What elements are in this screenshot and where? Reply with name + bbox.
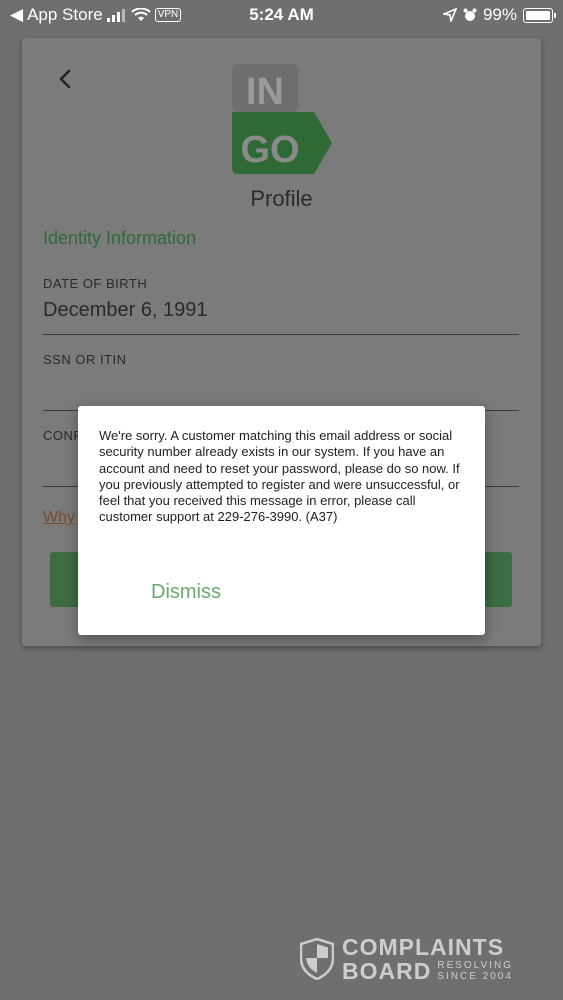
battery-icon [523,7,556,23]
watermark-line2: BOARD [342,958,432,984]
alarm-clock-icon [463,8,477,21]
svg-text:IN: IN [246,71,284,113]
dob-label: DATE OF BIRTH [43,276,148,291]
dob-underline [43,334,519,335]
error-dialog: We're sorry. A customer matching this em… [78,406,485,635]
complaints-board-watermark: COMPLAINTS BOARD RESOLVING SINCE 2004 [300,935,513,983]
svg-text:GO: GO [240,129,299,171]
watermark-tag1: RESOLVING [437,960,513,971]
watermark-line1: COMPLAINTS [342,934,505,960]
status-bar: ◀ App Store VPN 5:24 AM 99% [0,0,563,30]
ingo-logo: IN GO [232,64,332,174]
back-chevron-icon[interactable] [58,68,72,90]
battery-percent: 99% [482,5,517,24]
dob-field[interactable]: December 6, 1991 [43,299,208,322]
watermark-tag2: SINCE 2004 [437,971,513,982]
status-right: 99% [442,5,556,25]
ssn-label: SSN OR ITIN [43,352,127,367]
dismiss-button[interactable]: Dismiss [151,581,221,604]
shield-icon [300,938,334,980]
dialog-message: We're sorry. A customer matching this em… [99,428,460,525]
confirm-label: CONF [43,428,82,443]
page-title: Profile [250,186,313,211]
location-arrow-icon [442,8,457,22]
why-link[interactable]: Why [43,509,75,527]
section-title: Identity Information [43,228,197,248]
